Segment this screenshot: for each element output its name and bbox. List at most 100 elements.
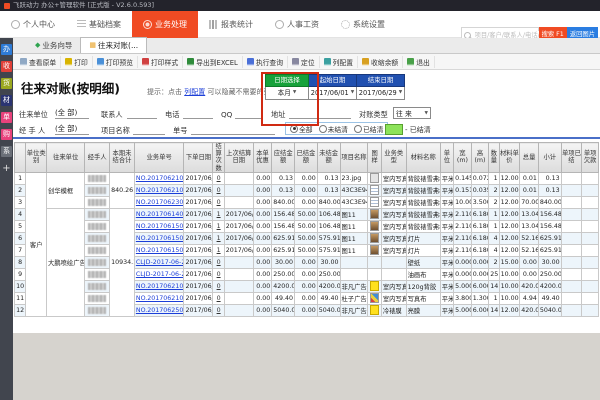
nav-item-0[interactable]: 个人中心: [0, 11, 66, 38]
toolbar-button-9[interactable]: 退出: [403, 56, 435, 68]
column-header[interactable]: 材料名称: [406, 143, 440, 173]
thumbnail-image[interactable]: [370, 221, 379, 231]
contact-filter-input[interactable]: [127, 108, 157, 119]
settle-count-link[interactable]: 0: [217, 259, 221, 266]
date-range-select[interactable]: 本月▼: [265, 87, 309, 100]
column-header[interactable]: 未结金额: [317, 143, 340, 173]
settle-count-link[interactable]: 1: [217, 247, 221, 254]
settle-count-link[interactable]: 1: [217, 211, 221, 218]
settle-count-link[interactable]: 0: [217, 175, 221, 182]
column-header[interactable]: 单项已结: [561, 143, 582, 173]
column-header[interactable]: 应结金额: [272, 143, 295, 173]
status-radio-1[interactable]: 未结清: [319, 124, 348, 134]
thumbnail-image[interactable]: [370, 305, 379, 315]
column-header[interactable]: 小计: [538, 143, 561, 173]
doc-no-link[interactable]: NO.201706140001: [136, 211, 184, 218]
column-header[interactable]: 本期未结合计: [110, 143, 135, 173]
thumbnail-image[interactable]: [370, 233, 379, 243]
settle-count-link[interactable]: 0: [217, 187, 221, 194]
column-header[interactable]: 材料单价: [499, 143, 520, 173]
settle-count-link[interactable]: 1: [217, 223, 221, 230]
column-config-link[interactable]: 列配置: [184, 88, 205, 96]
project-filter-input[interactable]: [133, 124, 165, 135]
column-header[interactable]: 业务单号: [134, 143, 184, 173]
doc-no-link[interactable]: NO.201706150002: [136, 235, 184, 242]
tab-1[interactable]: ▦往来对账(...: [80, 37, 147, 53]
column-header[interactable]: 上次结算日期: [224, 143, 253, 173]
settle-count-link[interactable]: 0: [217, 271, 221, 278]
sidebar-shortcut-0[interactable]: 办: [1, 44, 12, 55]
column-header[interactable]: 往来单位: [47, 143, 85, 173]
nav-item-1[interactable]: 基础档案: [66, 11, 132, 38]
toolbar-button-5[interactable]: 执行查询: [243, 56, 288, 68]
column-header[interactable]: 单位: [440, 143, 453, 173]
column-header[interactable]: 结算次数: [213, 143, 224, 173]
doc-no-link[interactable]: NO.201706250001: [136, 307, 184, 314]
thumbnail-image[interactable]: [370, 197, 379, 207]
thumbnail-image[interactable]: [370, 281, 379, 291]
sidebar-shortcut-2[interactable]: 货: [1, 78, 12, 89]
toolbar-button-6[interactable]: 定位: [288, 56, 320, 68]
doc-no-link[interactable]: NO.201706210006: [136, 295, 184, 302]
column-header[interactable]: 经手人: [85, 143, 110, 173]
column-header[interactable]: 下单日期: [184, 143, 213, 173]
column-header[interactable]: 总量: [520, 143, 539, 173]
doc-no-link[interactable]: NO.201706150001: [136, 223, 184, 230]
thumbnail-image[interactable]: [370, 185, 379, 195]
thumbnail-image[interactable]: [370, 293, 379, 303]
status-radio-2[interactable]: 已结清: [354, 124, 383, 134]
thumbnail-image[interactable]: [370, 245, 379, 255]
settle-count-link[interactable]: 0: [217, 295, 221, 302]
toolbar-button-2[interactable]: 打印预览: [93, 56, 138, 68]
toolbar-button-7[interactable]: 列配置: [320, 56, 358, 68]
partner-filter-value[interactable]: (全 部): [55, 108, 89, 119]
column-header[interactable]: 图样: [368, 143, 381, 173]
column-header[interactable]: 数量: [489, 143, 499, 173]
sidebar-add-button[interactable]: +: [0, 163, 13, 174]
address-filter-input[interactable]: [289, 108, 351, 119]
sidebar-shortcut-3[interactable]: 材: [1, 95, 12, 106]
end-date-select[interactable]: 2017/06/29▼: [357, 87, 405, 100]
handler-filter-value[interactable]: (全 部): [55, 124, 89, 135]
tab-0[interactable]: ◆业务向导: [27, 38, 80, 53]
column-header[interactable]: 本单优惠: [253, 143, 272, 173]
sidebar-shortcut-5[interactable]: 购: [1, 129, 12, 140]
recon-type-select[interactable]: 往 来▼: [393, 107, 431, 119]
qq-filter-input[interactable]: [235, 108, 263, 119]
docno-filter-input[interactable]: [191, 124, 275, 135]
nav-item-3[interactable]: 报表统计: [198, 11, 264, 38]
column-header[interactable]: 单位类别: [26, 143, 47, 173]
column-header[interactable]: 高(m): [471, 143, 489, 173]
start-date-select[interactable]: 2017/06/01▼: [309, 87, 357, 100]
doc-no-link[interactable]: NO.201706210003: [136, 187, 184, 194]
column-header[interactable]: [15, 143, 26, 173]
column-header[interactable]: 项目名称: [340, 143, 368, 173]
settle-count-link[interactable]: 0: [217, 307, 221, 314]
doc-no-link[interactable]: NO.201706210002: [136, 175, 184, 182]
nav-item-4[interactable]: 人事工资: [264, 11, 330, 38]
nav-item-5[interactable]: 系统设置: [330, 11, 396, 38]
nav-item-2[interactable]: 业务处理: [132, 11, 198, 38]
thumbnail-image[interactable]: [370, 209, 379, 219]
thumbnail-image[interactable]: [370, 173, 379, 183]
sidebar-shortcut-1[interactable]: 收: [1, 61, 12, 72]
column-header[interactable]: 宽(m): [454, 143, 472, 173]
doc-no-link[interactable]: CLJD-2017-06-2: [136, 259, 184, 266]
toolbar-button-0[interactable]: 查看原单: [16, 56, 61, 68]
settle-count-link[interactable]: 1: [217, 235, 221, 242]
phone-filter-input[interactable]: [183, 108, 213, 119]
doc-no-link[interactable]: NO.201706150012: [136, 247, 184, 254]
status-radio-0[interactable]: 全部: [290, 124, 313, 134]
doc-no-link[interactable]: NO.201706210001: [136, 283, 184, 290]
doc-no-link[interactable]: NO.201706230001: [136, 199, 184, 206]
toolbar-button-1[interactable]: 打印: [61, 56, 93, 68]
toolbar-button-4[interactable]: 导出到EXCEL: [183, 56, 243, 68]
settle-count-link[interactable]: 0: [217, 199, 221, 206]
toolbar-button-8[interactable]: 收缩余额: [358, 56, 403, 68]
column-header[interactable]: 单项欠款: [582, 143, 599, 173]
toolbar-button-3[interactable]: 打印样式: [138, 56, 183, 68]
sidebar-shortcut-4[interactable]: 单: [1, 112, 12, 123]
column-header[interactable]: 已结金额: [295, 143, 318, 173]
sidebar-shortcut-6[interactable]: 系: [1, 146, 12, 157]
doc-no-link[interactable]: CLJD-2017-06-2: [136, 271, 184, 278]
